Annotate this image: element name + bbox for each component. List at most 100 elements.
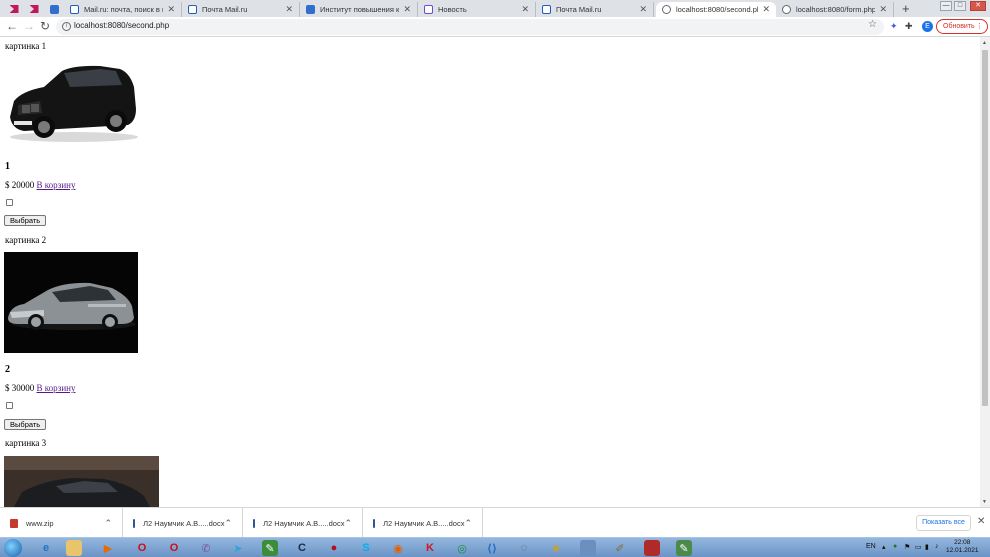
dark-sedan-photo xyxy=(4,456,159,507)
browser-toolbar: ← → ↻ i localhost:8080/second.php ☆ ✦ ✚ … xyxy=(0,17,990,37)
chrome-icon[interactable]: ◎ xyxy=(454,540,470,556)
skype-icon[interactable]: S xyxy=(358,540,374,556)
clock-date: 12.01.2021 xyxy=(946,547,979,554)
window-app-icon[interactable] xyxy=(580,540,596,556)
chevron-up-icon[interactable]: ⌃ xyxy=(464,518,472,529)
download-item[interactable]: Л2 Наумчик А.В.....docx ⌃ xyxy=(243,508,363,538)
docx-icon xyxy=(373,518,376,528)
tab-second-php[interactable]: localhost:8080/second.php ✕ xyxy=(656,2,776,17)
maximize-button[interactable]: □ xyxy=(954,1,966,11)
scrollbar-thumb[interactable] xyxy=(982,50,988,406)
tab-mail-2[interactable]: Почта Mail.ru ✕ xyxy=(536,2,654,17)
downloads-bar: www.zip ⌃ Л2 Наумчик А.В.....docx ⌃ Л2 Н… xyxy=(0,507,990,538)
download-item[interactable]: Л2 Наумчик А.В.....docx ⌃ xyxy=(363,508,483,538)
pinned-app-icon xyxy=(9,5,19,13)
tray-flag-icon[interactable]: ⚑ xyxy=(904,543,910,551)
page-content: картинка 1 1 $ 20000 В корзину Выбрать к… xyxy=(0,37,980,507)
choose-button[interactable]: Выбрать xyxy=(4,215,47,226)
tab-mail[interactable]: Почта Mail.ru ✕ xyxy=(182,2,300,17)
tab-title: Mail.ru: почта, поиск в интернете xyxy=(84,5,163,14)
window-close-button[interactable]: ✕ xyxy=(970,1,986,11)
tab-strip: Mail.ru: почта, поиск в интернете ✕ Почт… xyxy=(0,0,990,17)
close-icon[interactable]: ✕ xyxy=(403,4,411,15)
tray-expand-icon[interactable]: ▴ xyxy=(882,543,886,551)
pinned-tab-1[interactable] xyxy=(6,2,22,16)
close-icon[interactable]: ✕ xyxy=(977,516,985,527)
editor-icon[interactable]: ✎ xyxy=(262,540,278,556)
update-label: Обновить xyxy=(943,23,975,30)
download-item[interactable]: Л2 Наумчик А.В.....docx ⌃ xyxy=(123,508,243,538)
car-image-1 xyxy=(4,57,142,145)
address-bar[interactable]: i localhost:8080/second.php ☆ xyxy=(56,19,884,35)
close-icon[interactable]: ✕ xyxy=(762,4,770,15)
add-to-cart-link[interactable]: В корзину xyxy=(37,180,76,190)
tray-app-icon[interactable]: ● xyxy=(893,543,897,550)
scroll-up-arrow-icon[interactable]: ▲ xyxy=(982,40,987,46)
close-icon[interactable]: ✕ xyxy=(285,4,293,15)
back-arrow-icon[interactable]: ← xyxy=(6,19,18,33)
pinned-tab-2[interactable] xyxy=(26,2,42,16)
vscode-icon[interactable]: ⟨⟩ xyxy=(484,540,500,556)
language-indicator[interactable]: EN xyxy=(866,543,876,550)
choose-button[interactable]: Выбрать xyxy=(4,419,47,430)
mail-icon xyxy=(70,5,79,14)
add-to-cart-link[interactable]: В корзину xyxy=(37,383,76,393)
update-button[interactable]: Обновить ⋮ xyxy=(936,19,988,34)
download-item[interactable]: www.zip ⌃ xyxy=(0,508,123,538)
start-button[interactable] xyxy=(4,539,22,557)
url-text[interactable]: localhost:8080/second.php xyxy=(74,21,169,30)
extension-icon[interactable]: ✦ xyxy=(890,21,898,32)
close-icon[interactable]: ✕ xyxy=(167,4,175,15)
archive-icon[interactable] xyxy=(644,540,660,556)
download-name: www.zip xyxy=(26,518,54,528)
network-app-icon[interactable]: ◌ xyxy=(516,540,532,556)
download-name: Л2 Наумчик А.В.....docx xyxy=(263,518,345,528)
profile-avatar[interactable]: E xyxy=(922,21,933,32)
tab-title: Почта Mail.ru xyxy=(202,5,248,14)
chevron-up-icon[interactable]: ⌃ xyxy=(224,518,232,529)
puzzle-icon[interactable]: ✚ xyxy=(905,21,913,32)
telegram-icon[interactable]: ➤ xyxy=(230,540,246,556)
zip-icon xyxy=(10,518,18,528)
clock[interactable]: 22:08 12.01.2021 xyxy=(946,539,979,555)
ie-icon[interactable]: e xyxy=(38,540,54,556)
pinned-tab-3[interactable] xyxy=(46,2,62,16)
opera-icon[interactable]: O xyxy=(134,540,150,556)
cortana-icon[interactable]: C xyxy=(294,540,310,556)
viber-icon[interactable]: ✆ xyxy=(198,540,214,556)
chevron-up-icon[interactable]: ⌃ xyxy=(344,518,352,529)
menu-dots-icon[interactable]: ⋮ xyxy=(976,20,983,33)
tab-form-php[interactable]: localhost:8080/form.php ✕ xyxy=(776,2,894,17)
star-app-icon[interactable]: ★ xyxy=(548,540,564,556)
close-icon[interactable]: ✕ xyxy=(521,4,529,15)
battery-icon[interactable]: ▭ xyxy=(915,543,922,551)
chevron-up-icon[interactable]: ⌃ xyxy=(104,518,112,529)
opera-gx-icon[interactable]: O xyxy=(166,540,182,556)
info-icon[interactable]: i xyxy=(62,22,71,31)
bookmark-star-icon[interactable]: ☆ xyxy=(868,19,877,30)
new-tab-button[interactable]: + xyxy=(902,1,910,16)
minimize-button[interactable]: — xyxy=(940,1,952,11)
item-number: 2 xyxy=(5,364,10,375)
firefox-icon[interactable]: ◉ xyxy=(390,540,406,556)
notes-icon[interactable]: ✎ xyxy=(676,540,692,556)
close-icon[interactable]: ✕ xyxy=(639,4,647,15)
record-icon[interactable]: ● xyxy=(326,540,342,556)
media-player-icon[interactable]: ▶ xyxy=(100,540,116,556)
tab-mailru-home[interactable]: Mail.ru: почта, поиск в интернете ✕ xyxy=(64,2,182,17)
forward-arrow-icon[interactable]: → xyxy=(23,19,35,33)
item-checkbox[interactable] xyxy=(6,402,13,409)
app-k-icon[interactable]: K xyxy=(422,540,438,556)
close-icon[interactable]: ✕ xyxy=(879,4,887,15)
tab-institute[interactable]: Институт повышения квалификации ✕ xyxy=(300,2,418,17)
show-all-button[interactable]: Показать все xyxy=(916,515,971,531)
folder-icon[interactable] xyxy=(66,540,82,556)
volume-icon[interactable]: ♪ xyxy=(935,543,939,550)
tab-news[interactable]: Новость ✕ xyxy=(418,2,536,17)
download-name: Л2 Наумчик А.В.....docx xyxy=(143,518,225,528)
item-checkbox[interactable] xyxy=(6,199,13,206)
scroll-down-arrow-icon[interactable]: ▼ xyxy=(982,499,987,505)
network-icon[interactable]: ▮ xyxy=(925,543,929,551)
reload-icon[interactable]: ↻ xyxy=(40,19,50,33)
paint-icon[interactable]: ✐ xyxy=(612,540,628,556)
